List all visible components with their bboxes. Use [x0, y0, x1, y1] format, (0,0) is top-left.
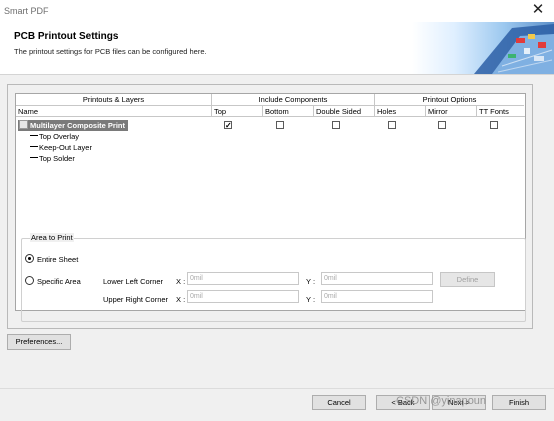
- col-double-sided[interactable]: Double Sided: [314, 106, 375, 117]
- row-name-cell[interactable]: Top Solder: [30, 153, 75, 164]
- specific-area-label[interactable]: Specific Area: [37, 277, 81, 286]
- lower-left-y-label: Y :: [306, 277, 316, 286]
- finish-button[interactable]: Finish: [492, 395, 546, 410]
- row-label: Top Overlay: [39, 132, 80, 141]
- row-name-cell[interactable]: Top Overlay: [30, 131, 79, 142]
- checkbox-holes[interactable]: [388, 121, 396, 129]
- checkbox-top[interactable]: ✓: [224, 121, 232, 130]
- cancel-button[interactable]: Cancel: [312, 395, 366, 410]
- table-row[interactable]: Multilayer Composite Print ✓: [16, 120, 525, 131]
- watermark: CSDN @yinapoun: [396, 395, 487, 407]
- wizard-header: PCB Printout Settings The printout setti…: [0, 22, 554, 75]
- upper-right-x-label: X :: [176, 295, 186, 304]
- lower-left-label: Lower Left Corner: [103, 277, 164, 286]
- radio-selected-icon: [28, 257, 31, 260]
- upper-right-y-field[interactable]: 0mil: [321, 290, 433, 303]
- tree-line-icon: [30, 146, 38, 147]
- col-name[interactable]: Name: [16, 106, 212, 117]
- tree-node-icon[interactable]: [19, 120, 28, 129]
- checkbox-tt-fonts[interactable]: [490, 121, 498, 129]
- checkbox-mirror[interactable]: [438, 121, 446, 129]
- upper-right-y-label: Y :: [306, 295, 316, 304]
- col-mirror[interactable]: Mirror: [426, 106, 477, 117]
- row-label: Keep-Out Layer: [39, 143, 92, 152]
- col-bottom[interactable]: Bottom: [263, 106, 314, 117]
- table-row[interactable]: Keep-Out Layer: [16, 142, 525, 153]
- row-label: Top Solder: [39, 154, 75, 163]
- define-button[interactable]: Define: [440, 272, 495, 287]
- table-row[interactable]: Top Overlay: [16, 131, 525, 142]
- page-title: PCB Printout Settings: [14, 31, 119, 42]
- close-icon[interactable]: ✕: [530, 2, 546, 18]
- col-tt-fonts[interactable]: TT Fonts: [477, 106, 525, 117]
- upper-right-x-field[interactable]: 0mil: [187, 290, 299, 303]
- lower-left-x-field[interactable]: 0mil: [187, 272, 299, 285]
- grid-column-header: Name Top Bottom Double Sided Holes Mirro…: [16, 106, 525, 118]
- row-label: Multilayer Composite Print: [30, 121, 126, 130]
- header-graphic: [412, 22, 554, 74]
- window-title: Smart PDF: [4, 6, 49, 16]
- col-top[interactable]: Top: [212, 106, 263, 117]
- checkbox-bottom[interactable]: [276, 121, 284, 129]
- lower-left-x-label: X :: [176, 277, 186, 286]
- lower-left-y-field[interactable]: 0mil: [321, 272, 433, 285]
- group-include-components: Include Components: [212, 94, 375, 106]
- pcb-board-icon: [474, 24, 554, 74]
- entire-sheet-label[interactable]: Entire Sheet: [37, 255, 78, 264]
- specific-area-radio[interactable]: [25, 276, 34, 285]
- upper-right-label: Upper Right Corner: [103, 295, 169, 304]
- preferences-button[interactable]: Preferences...: [7, 334, 71, 350]
- settings-panel: Printouts & Layers Include Components Pr…: [7, 84, 533, 329]
- title-bar: Smart PDF ✕: [0, 0, 554, 23]
- entire-sheet-radio[interactable]: [25, 254, 34, 263]
- tree-line-icon: [30, 157, 38, 158]
- group-printout-options: Printout Options: [375, 94, 524, 106]
- group-printouts-layers: Printouts & Layers: [16, 94, 212, 106]
- row-name-cell[interactable]: Multilayer Composite Print: [18, 120, 129, 131]
- area-to-print-title: Area to Print: [30, 233, 74, 242]
- checkbox-double-sided[interactable]: [332, 121, 340, 129]
- col-holes[interactable]: Holes: [375, 106, 426, 117]
- row-name-cell[interactable]: Keep-Out Layer: [30, 142, 92, 153]
- table-row[interactable]: Top Solder: [16, 153, 525, 164]
- grid-group-header: Printouts & Layers Include Components Pr…: [16, 94, 525, 106]
- page-subtitle: The printout settings for PCB files can …: [14, 47, 207, 56]
- tree-line-icon: [30, 135, 38, 136]
